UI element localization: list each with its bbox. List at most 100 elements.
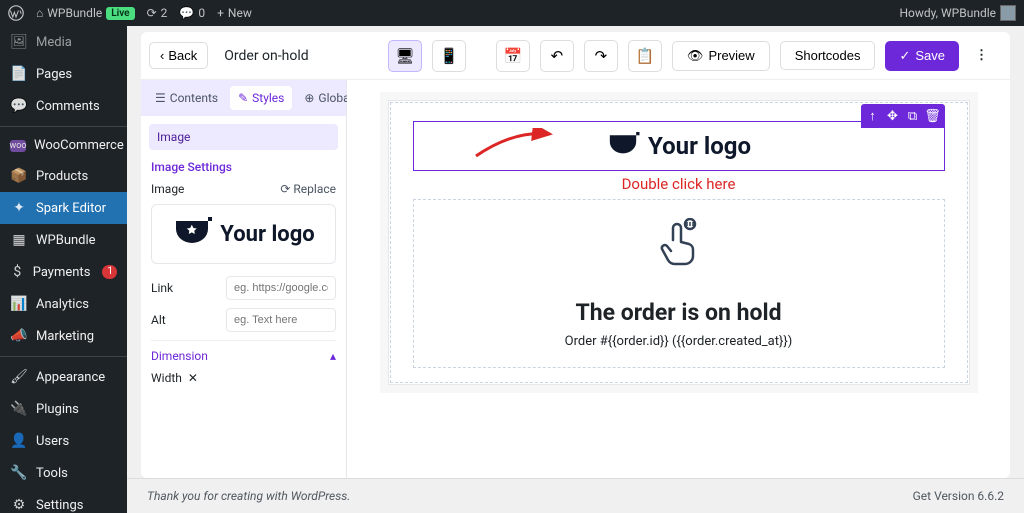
howdy-text: Howdy, WPBundle — [899, 6, 996, 20]
chevron-up-icon: ▴ — [330, 349, 336, 363]
width-label: Width — [151, 371, 182, 385]
tap-icon — [657, 218, 701, 279]
annotation-arrow — [474, 128, 554, 158]
sidebar-item-pages[interactable]: 📄 Pages — [0, 58, 127, 90]
site-name: WPBundle — [47, 6, 102, 20]
preview-button[interactable]: 👁Preview — [672, 41, 770, 71]
tab-label: Contents — [170, 91, 218, 105]
drag-icon[interactable]: ✥ — [884, 107, 902, 125]
sidebar-item-settings[interactable]: ⚙Settings — [0, 489, 127, 513]
image-field-label: Image — [151, 182, 184, 196]
site-link[interactable]: ⌂ WPBundle Live — [36, 6, 135, 20]
sidebar-label: Plugins — [36, 402, 79, 417]
section-tag: Image — [149, 124, 338, 150]
save-button[interactable]: ✓Save — [885, 41, 959, 71]
wp-logo[interactable] — [8, 5, 24, 21]
plus-icon: + — [217, 6, 224, 20]
comment-icon: 💬 — [179, 6, 194, 20]
shortcodes-label: Shortcodes — [795, 48, 861, 63]
calendar-icon: 📅 — [504, 47, 523, 65]
sidebar-label: Comments — [36, 99, 100, 114]
dimension-toggle[interactable]: Dimension ▴ — [151, 340, 336, 363]
desktop-icon: 🖥 — [395, 47, 414, 65]
analytics-icon: 📊 — [10, 295, 28, 313]
sidebar-label: Analytics — [36, 297, 89, 312]
mobile-view-button[interactable]: 📱 — [432, 40, 466, 72]
image-preview[interactable]: Your logo — [151, 204, 336, 264]
comments-count: 0 — [198, 6, 205, 20]
eye-icon: 👁 — [687, 48, 704, 64]
desktop-view-button[interactable]: 🖥 — [388, 40, 422, 72]
undo-button[interactable]: ↶ — [540, 40, 574, 72]
move-up-icon[interactable]: ↑ — [864, 107, 882, 125]
spark-icon: ✦ — [10, 199, 28, 217]
sidebar-item-analytics[interactable]: 📊 Analytics — [0, 288, 127, 320]
editor-canvas[interactable]: ↑ ✥ ⧉ 🗑 Your logo — [347, 80, 1010, 478]
main-content: ‹Back Order on-hold 🖥 📱 📅 ↶ ↷ 📋 👁Preview… — [127, 26, 1024, 513]
shortcodes-button[interactable]: Shortcodes — [780, 41, 876, 70]
replace-button[interactable]: ⟳Replace — [280, 182, 336, 196]
sidebar-label: Pages — [36, 67, 72, 82]
close-icon[interactable]: ✕ — [188, 371, 198, 385]
sidebar-item-comments[interactable]: 💬 Comments — [0, 90, 127, 122]
alt-input[interactable] — [226, 308, 336, 332]
logo-block[interactable]: ↑ ✥ ⧉ 🗑 Your logo — [413, 121, 945, 171]
copy-button[interactable]: 📋 — [628, 40, 662, 72]
tab-contents[interactable]: ☰Contents — [147, 86, 226, 110]
live-badge: Live — [106, 7, 134, 20]
sidebar-label: Payments — [33, 265, 91, 280]
sidebar-item-tools[interactable]: 🔧Tools — [0, 457, 127, 489]
comments-icon: 💬 — [10, 97, 28, 115]
appearance-icon: 🖌 — [10, 368, 28, 386]
users-icon: 👤 — [10, 432, 28, 450]
refresh-icon: ⟳ — [280, 182, 290, 196]
redo-button[interactable]: ↷ — [584, 40, 618, 72]
mobile-icon: 📱 — [440, 47, 459, 65]
sidebar-item-media[interactable]: 🖼Media — [0, 26, 127, 58]
sidebar-item-users[interactable]: 👤 Users — [0, 425, 127, 457]
body-block[interactable]: The order is on hold Order #{{order.id}}… — [413, 199, 945, 368]
sidebar-item-appearance[interactable]: 🖌Appearance — [0, 361, 127, 393]
woocommerce-icon: woo — [10, 140, 26, 152]
sidebar-label: Settings — [36, 498, 83, 513]
order-title: The order is on hold — [414, 299, 944, 326]
sidebar-item-products[interactable]: 📦Products — [0, 160, 127, 192]
link-input[interactable] — [226, 276, 336, 300]
duplicate-icon[interactable]: ⧉ — [904, 107, 922, 125]
sidebar-label: Marketing — [36, 329, 94, 344]
more-button[interactable]: ⋮ — [969, 44, 994, 67]
logo-text: Your logo — [220, 222, 314, 247]
new-link[interactable]: + New — [217, 6, 252, 20]
styles-panel: ☰Contents ✎Styles ⊕Global Image Image Se… — [141, 80, 347, 478]
sidebar-label: Users — [36, 434, 69, 449]
sidebar-item-wpbundle[interactable]: ▦WPBundle — [0, 224, 127, 256]
sidebar-label: Tools — [36, 466, 68, 481]
sidebar-label: WooCommerce — [34, 138, 124, 153]
sidebar-item-spark-editor[interactable]: ✦Spark Editor — [0, 192, 127, 224]
marketing-icon: 📣 — [10, 327, 28, 345]
page-title: Order on-hold — [224, 48, 308, 64]
back-button[interactable]: ‹Back — [149, 42, 208, 69]
tab-styles[interactable]: ✎Styles — [230, 86, 292, 110]
howdy-link[interactable]: Howdy, WPBundle — [899, 5, 1016, 21]
save-label: Save — [915, 48, 945, 63]
sidebar-item-plugins[interactable]: 🔌 Plugins — [0, 393, 127, 425]
history-button[interactable]: 📅 — [496, 40, 530, 72]
sidebar-item-payments[interactable]: $Payments1 — [0, 256, 127, 288]
replace-label: Replace — [293, 182, 336, 196]
comments-link[interactable]: 💬 0 — [179, 6, 205, 20]
avatar — [1000, 5, 1016, 21]
delete-icon[interactable]: 🗑 — [924, 107, 942, 125]
plugins-icon: 🔌 — [10, 400, 28, 418]
pencil-icon: ✎ — [238, 91, 248, 105]
pages-icon: 📄 — [10, 65, 28, 83]
refresh-icon: ⟳ — [147, 6, 157, 20]
sidebar-item-woocommerce[interactable]: woo WooCommerce — [0, 131, 127, 160]
updates-link[interactable]: ⟳ 2 — [147, 6, 168, 20]
sidebar-item-marketing[interactable]: 📣 Marketing — [0, 320, 127, 352]
logo-icon — [606, 132, 640, 160]
logo-text: Your logo — [648, 132, 751, 160]
footer-version[interactable]: Get Version 6.6.2 — [913, 489, 1004, 503]
clipboard-icon: 📋 — [636, 47, 655, 65]
sidebar-label: Media — [36, 35, 72, 50]
